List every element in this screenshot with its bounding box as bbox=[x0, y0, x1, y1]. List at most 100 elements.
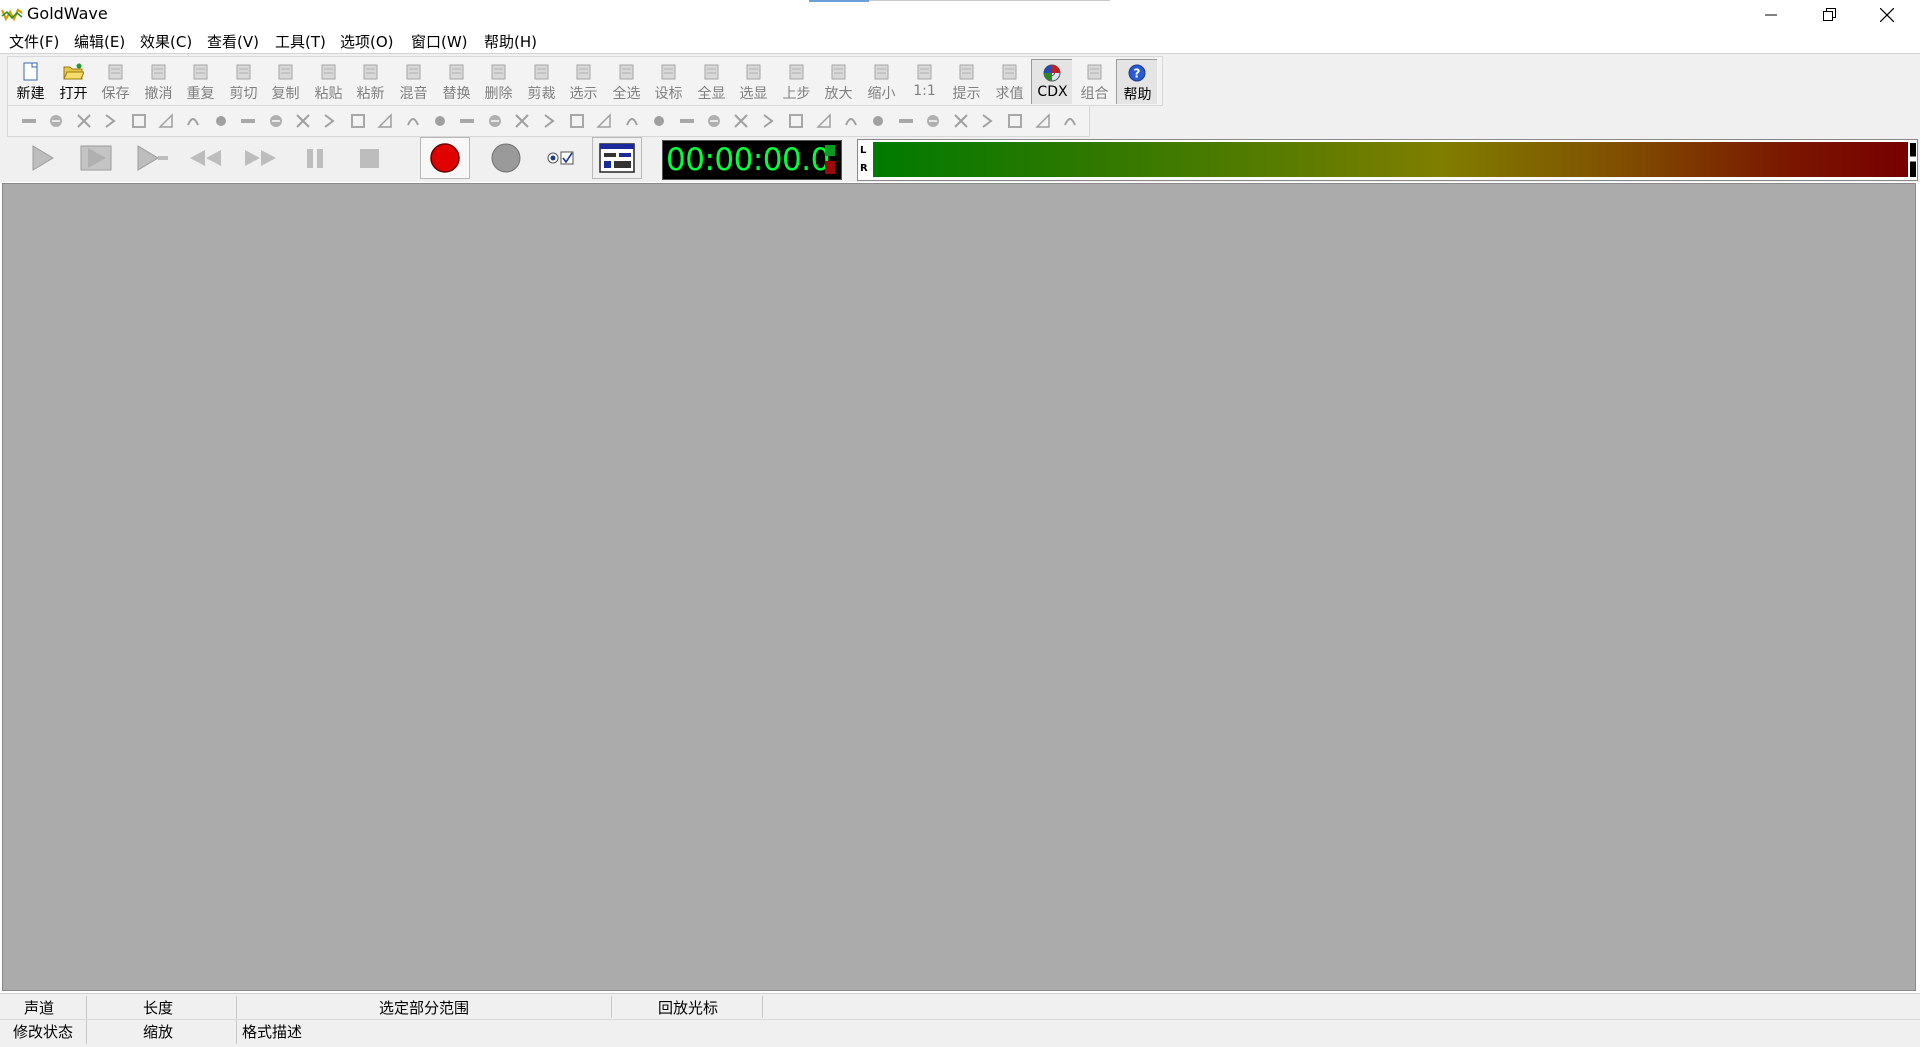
level-meter[interactable]: L R bbox=[857, 139, 1918, 181]
fast-forward-button[interactable] bbox=[235, 137, 285, 179]
effect-button[interactable] bbox=[732, 112, 750, 130]
effect-button[interactable] bbox=[404, 112, 422, 130]
effect-icon bbox=[570, 114, 584, 128]
effect-button[interactable] bbox=[431, 112, 449, 130]
toolbar-button-zoom-selection[interactable]: 选显 bbox=[733, 59, 774, 104]
effect-button[interactable] bbox=[157, 112, 175, 130]
menu-effects[interactable]: 效果(C) bbox=[139, 31, 193, 52]
effect-button[interactable] bbox=[869, 112, 887, 130]
effect-button[interactable] bbox=[842, 112, 860, 130]
toolbar-button-paste[interactable]: 粘贴 bbox=[308, 59, 349, 104]
effect-button[interactable] bbox=[47, 112, 65, 130]
play-selection-button[interactable] bbox=[70, 137, 120, 179]
effect-button[interactable] bbox=[130, 112, 148, 130]
rewind-button[interactable] bbox=[181, 137, 231, 179]
toolbar-button-zoom-out[interactable]: 缩小 bbox=[861, 59, 902, 104]
toolbar-button-label: 组合 bbox=[1080, 86, 1109, 102]
status-length: 长度 bbox=[142, 999, 173, 1017]
record-button[interactable] bbox=[420, 137, 470, 179]
menu-tools[interactable]: 工具(T) bbox=[274, 31, 327, 52]
status-modified: 修改状态 bbox=[12, 1023, 73, 1041]
toolbar-button-zoom-one-to-one[interactable]: 1:1 bbox=[904, 59, 945, 104]
toolbar-button-show-all[interactable]: 全显 bbox=[691, 59, 732, 104]
effect-button[interactable] bbox=[760, 112, 778, 130]
effect-button[interactable] bbox=[1006, 112, 1024, 130]
toolbar-button-redo[interactable]: 重复 bbox=[180, 59, 221, 104]
effect-button[interactable] bbox=[815, 112, 833, 130]
effect-button[interactable] bbox=[678, 112, 696, 130]
toolbar-button-help[interactable]: ? 帮助 bbox=[1116, 59, 1157, 104]
menu-window[interactable]: 窗口(W) bbox=[410, 31, 469, 52]
minimize-button[interactable] bbox=[1742, 0, 1800, 29]
toolbar-button-trim[interactable]: 剪裁 bbox=[521, 59, 562, 104]
menu-view[interactable]: 查看(V) bbox=[206, 31, 260, 52]
toolbar-button-label: 撤消 bbox=[144, 86, 173, 102]
toolbar-button-cd-extract[interactable]: CDX bbox=[1031, 59, 1072, 104]
control-options-button[interactable] bbox=[537, 137, 587, 179]
menu-options[interactable]: 选项(O) bbox=[339, 31, 395, 52]
effect-button[interactable] bbox=[952, 112, 970, 130]
toolbar-button-undo[interactable]: 撤消 bbox=[138, 59, 179, 104]
effect-button[interactable] bbox=[184, 112, 202, 130]
toolbar-button-cue-points[interactable]: 提示 bbox=[946, 59, 987, 104]
toolbar-button-delete[interactable]: 删除 bbox=[478, 59, 519, 104]
effect-button[interactable] bbox=[239, 112, 257, 130]
close-button[interactable] bbox=[1858, 0, 1916, 29]
effect-button[interactable] bbox=[75, 112, 93, 130]
control-properties-button[interactable] bbox=[592, 137, 642, 179]
effect-button[interactable] bbox=[924, 112, 942, 130]
workspace-area[interactable] bbox=[2, 183, 1916, 991]
effect-button[interactable] bbox=[294, 112, 312, 130]
effect-button[interactable] bbox=[212, 112, 230, 130]
menu-bar: 文件(F) 编辑(E) 效果(C) 查看(V) 工具(T) 选项(O) 窗口(W… bbox=[0, 29, 1920, 54]
effect-button[interactable] bbox=[705, 112, 723, 130]
menu-file[interactable]: 文件(F) bbox=[8, 31, 60, 52]
effect-button[interactable] bbox=[376, 112, 394, 130]
menu-edit[interactable]: 编辑(E) bbox=[73, 31, 126, 52]
toolbar-button-paste-new[interactable]: 粘新 bbox=[350, 59, 391, 104]
toolbar-button-new-file[interactable]: 新建 bbox=[10, 59, 51, 104]
toolbar-button-zoom-in[interactable]: 放大 bbox=[818, 59, 859, 104]
toolbar-button-batch-combine[interactable]: 组合 bbox=[1074, 59, 1115, 104]
toolbar-button-open-folder[interactable]: 打开 bbox=[53, 59, 94, 104]
toolbar-button-label: 全选 bbox=[612, 86, 641, 102]
effect-button[interactable] bbox=[650, 112, 668, 130]
toolbar-button-replace[interactable]: 替换 bbox=[436, 59, 477, 104]
effect-button[interactable] bbox=[1034, 112, 1052, 130]
restore-button[interactable] bbox=[1800, 0, 1858, 29]
toolbar-button-select-all[interactable]: 全选 bbox=[606, 59, 647, 104]
pause-button[interactable] bbox=[290, 137, 340, 179]
record-stop-button[interactable] bbox=[481, 137, 531, 179]
effect-button[interactable] bbox=[349, 112, 367, 130]
play-from-cursor-button[interactable] bbox=[125, 137, 175, 179]
effect-button[interactable] bbox=[979, 112, 997, 130]
toolbar-button-previous-zoom[interactable]: 上步 bbox=[776, 59, 817, 104]
effect-button[interactable] bbox=[20, 112, 38, 130]
stop-button[interactable] bbox=[345, 137, 395, 179]
play-button[interactable] bbox=[15, 137, 65, 179]
toolbar-button-mix[interactable]: 混音 bbox=[393, 59, 434, 104]
toolbar-button-set-marker[interactable]: 设标 bbox=[648, 59, 689, 104]
effect-button[interactable] bbox=[568, 112, 586, 130]
time-indicator-red bbox=[825, 161, 835, 174]
effect-button[interactable] bbox=[897, 112, 915, 130]
menu-help[interactable]: 帮助(H) bbox=[483, 31, 538, 52]
effect-button[interactable] bbox=[787, 112, 805, 130]
toolbar-button-copy[interactable]: 复制 bbox=[265, 59, 306, 104]
effect-button[interactable] bbox=[321, 112, 339, 130]
control-properties-icon bbox=[599, 143, 635, 173]
toolbar-button-scissors[interactable]: 剪切 bbox=[223, 59, 264, 104]
toolbar-button-save-disk[interactable]: 保存 bbox=[95, 59, 136, 104]
effect-button[interactable] bbox=[1061, 112, 1079, 130]
effect-button[interactable] bbox=[267, 112, 285, 130]
toolbar-button-select-view[interactable]: 选示 bbox=[563, 59, 604, 104]
toolbar-button-expression-evaluator[interactable]: 求值 bbox=[989, 59, 1030, 104]
effect-button[interactable] bbox=[513, 112, 531, 130]
effect-button[interactable] bbox=[541, 112, 559, 130]
effect-button[interactable] bbox=[458, 112, 476, 130]
effect-button[interactable] bbox=[102, 112, 120, 130]
effect-button[interactable] bbox=[623, 112, 641, 130]
effect-button[interactable] bbox=[486, 112, 504, 130]
toolbar-button-label: 重复 bbox=[186, 86, 215, 102]
effect-button[interactable] bbox=[595, 112, 613, 130]
